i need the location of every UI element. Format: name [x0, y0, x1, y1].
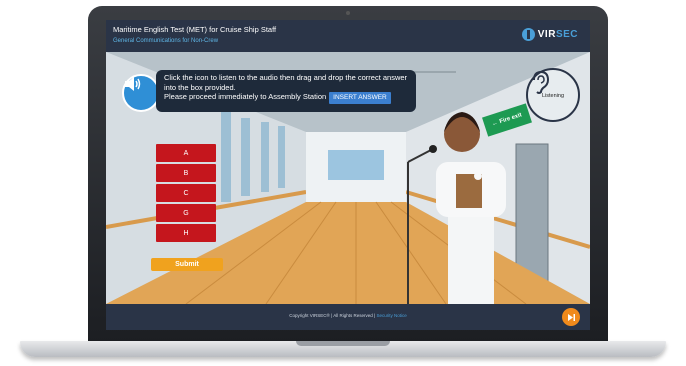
listening-badge: Listening	[526, 68, 580, 122]
submit-button[interactable]: Submit	[151, 258, 223, 271]
insert-answer-drop-target[interactable]: INSERT ANSWER	[329, 92, 391, 104]
arrow-left-icon: ←	[491, 120, 499, 128]
logo-icon	[521, 28, 535, 41]
cruise-ship-scene: Click the icon to listen to the audio th…	[106, 52, 590, 304]
speaker-icon[interactable]	[122, 74, 160, 112]
fire-exit-label: Fire exit	[498, 112, 523, 126]
answer-option-h[interactable]: H	[156, 224, 216, 242]
page-subtitle: General Communications for Non-Crew	[113, 38, 219, 44]
footer: Copyright VIRSEC® | All Rights Reserved …	[106, 304, 590, 330]
skip-forward-icon	[567, 313, 575, 321]
answer-option-b[interactable]: B	[156, 164, 216, 182]
page-title: Maritime English Test (MET) for Cruise S…	[113, 25, 277, 34]
answer-option-c[interactable]: C	[156, 184, 216, 202]
copyright-text: Copyright VIRSEC® | All Rights Reserved …	[289, 313, 407, 318]
logo-text: VIRSEC	[537, 29, 578, 40]
next-button[interactable]	[562, 308, 580, 326]
title-bar: Maritime English Test (MET) for Cruise S…	[106, 20, 590, 52]
security-notice-link[interactable]: Security Notice	[376, 313, 406, 318]
answer-option-a[interactable]: A	[156, 144, 216, 162]
laptop-notch	[296, 341, 390, 346]
instruction-prompt: Please proceed immediately to Assembly S…	[164, 92, 408, 104]
instruction-text: Click the icon to listen to the audio th…	[164, 73, 408, 92]
brand-logo: VIRSEC	[521, 28, 578, 41]
app-screen: Maritime English Test (MET) for Cruise S…	[106, 20, 590, 330]
ear-icon	[533, 70, 550, 94]
instruction-panel: Click the icon to listen to the audio th…	[156, 70, 416, 112]
answer-options: A B C G H	[156, 144, 216, 244]
answer-option-g[interactable]: G	[156, 204, 216, 222]
webcam-icon	[346, 11, 350, 15]
